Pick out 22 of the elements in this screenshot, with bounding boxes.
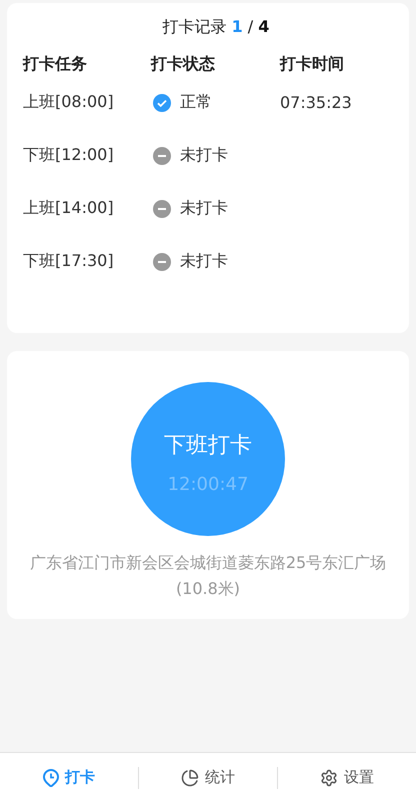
pie-chart-icon — [181, 768, 199, 786]
page-separator: / — [248, 17, 254, 36]
tab[interactable]: 设置 — [277, 766, 416, 788]
column-header: 打卡状态 — [151, 53, 216, 75]
page-current: 1 — [232, 17, 243, 36]
settings-icon — [320, 768, 338, 786]
task-cell: 下班[12:00] — [23, 145, 114, 166]
tab[interactable]: 统计 — [138, 766, 277, 788]
column-header: 打卡时间 — [280, 53, 345, 75]
task-cell: 上班[08:00] — [23, 92, 114, 113]
time-cell: 07:35:23 — [280, 93, 352, 112]
record-title: 打卡记录 — [162, 17, 227, 38]
page-total: 4 — [258, 17, 270, 36]
status-label: 未打卡 — [180, 251, 228, 272]
clock-pin-icon — [43, 768, 59, 786]
task-cell: 下班[17:30] — [23, 251, 114, 272]
status-label: 未打卡 — [180, 145, 228, 166]
task-cell: 上班[14:00] — [23, 198, 114, 219]
status-label: 未打卡 — [180, 198, 228, 219]
status-label: 正常 — [180, 92, 212, 113]
location-text: 广东省江门市新会区会城街道菱东路25号东汇广场(10.8米) — [28, 552, 388, 600]
column-header: 打卡任务 — [23, 53, 88, 75]
